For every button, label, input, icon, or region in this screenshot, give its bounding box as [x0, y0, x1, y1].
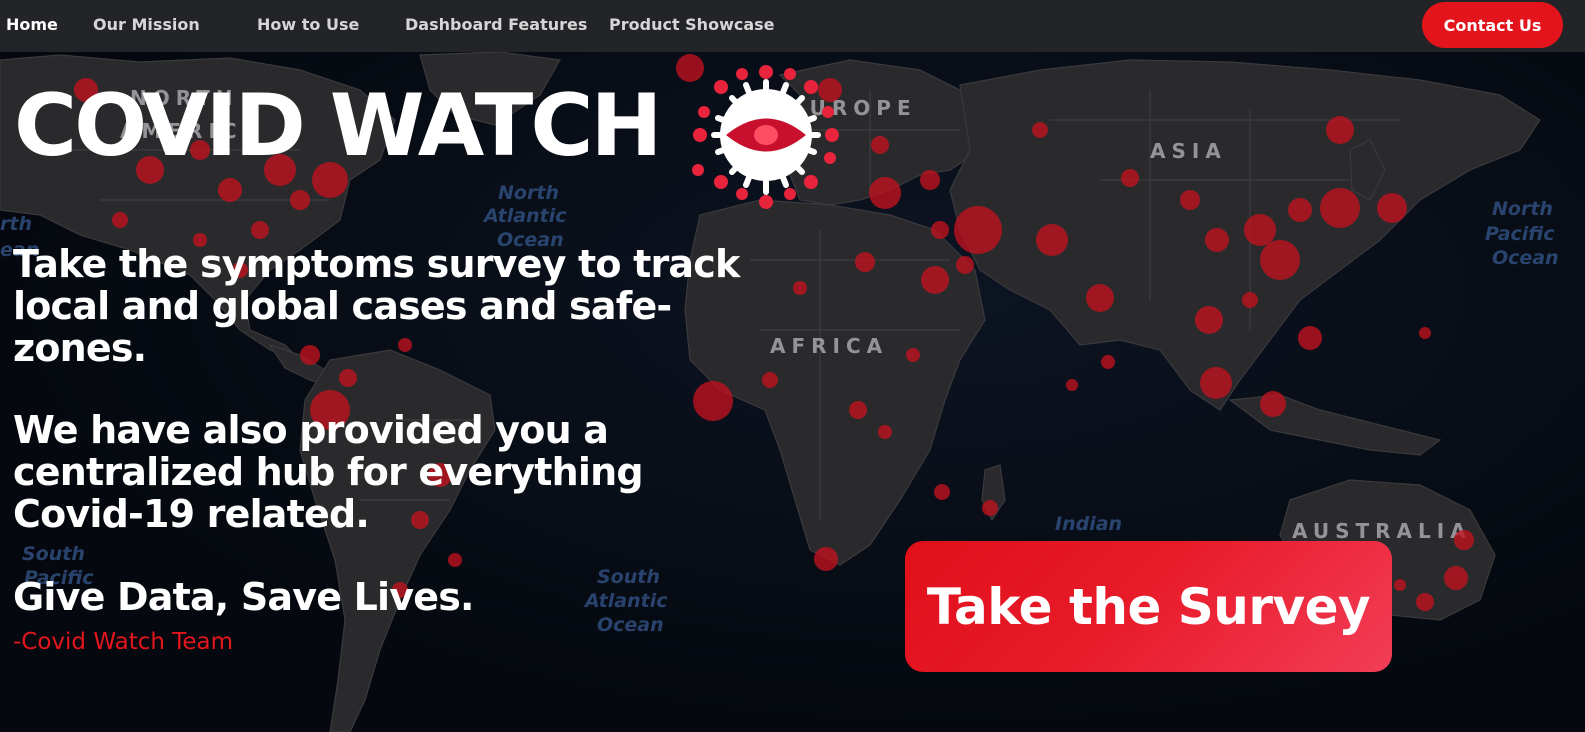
nav-home-link[interactable]: Home: [6, 15, 58, 34]
hub-description: We have also provided you a centralized …: [13, 408, 644, 536]
nav-how-to-use-link[interactable]: How to Use: [257, 15, 359, 34]
survey-description: Take the symptoms survey to track local …: [13, 242, 740, 370]
virus-eye-icon: [692, 65, 839, 209]
nav-product-showcase-link[interactable]: Product Showcase: [609, 15, 775, 34]
team-signature: -Covid Watch Team: [13, 629, 234, 655]
map-label-north-pacific-3: Ocean: [1492, 247, 1559, 269]
map-label-australia: AUSTRALIA: [1292, 519, 1472, 543]
tagline: Give Data, Save Lives.: [13, 575, 474, 619]
map-label-africa: AFRICA: [770, 334, 888, 358]
map-label-north-pacific-2: Pacific: [1485, 223, 1555, 245]
contact-us-button[interactable]: Contact Us: [1422, 2, 1563, 48]
map-label-south-pacific: South: [22, 543, 85, 565]
nav-dashboard-features-link[interactable]: Dashboard Features: [405, 15, 587, 34]
take-survey-button[interactable]: Take the Survey: [905, 541, 1392, 672]
map-label-south-atlantic-2: Atlantic: [583, 590, 668, 612]
map-label-south-atlantic-3: Ocean: [597, 614, 664, 636]
map-label-asia: ASIA: [1150, 139, 1227, 163]
map-label-north-atlantic: North: [498, 182, 559, 204]
map-label-north-atlantic-2: Atlantic: [482, 205, 567, 227]
map-label-north-pacific: North: [1492, 198, 1553, 220]
map-label-west-edge: rth: [0, 213, 32, 235]
page-title: COVID WATCH: [14, 76, 662, 176]
landing-page: NORTH AMERICA EUROPE ASIA AFRICA AUSTRAL…: [0, 0, 1585, 732]
map-label-south-atlantic: South: [597, 566, 660, 588]
top-navbar: Home Our Mission How to Use Dashboard Fe…: [0, 0, 1585, 52]
map-label-indian: Indian: [1055, 513, 1122, 535]
nav-our-mission-link[interactable]: Our Mission: [93, 15, 200, 34]
